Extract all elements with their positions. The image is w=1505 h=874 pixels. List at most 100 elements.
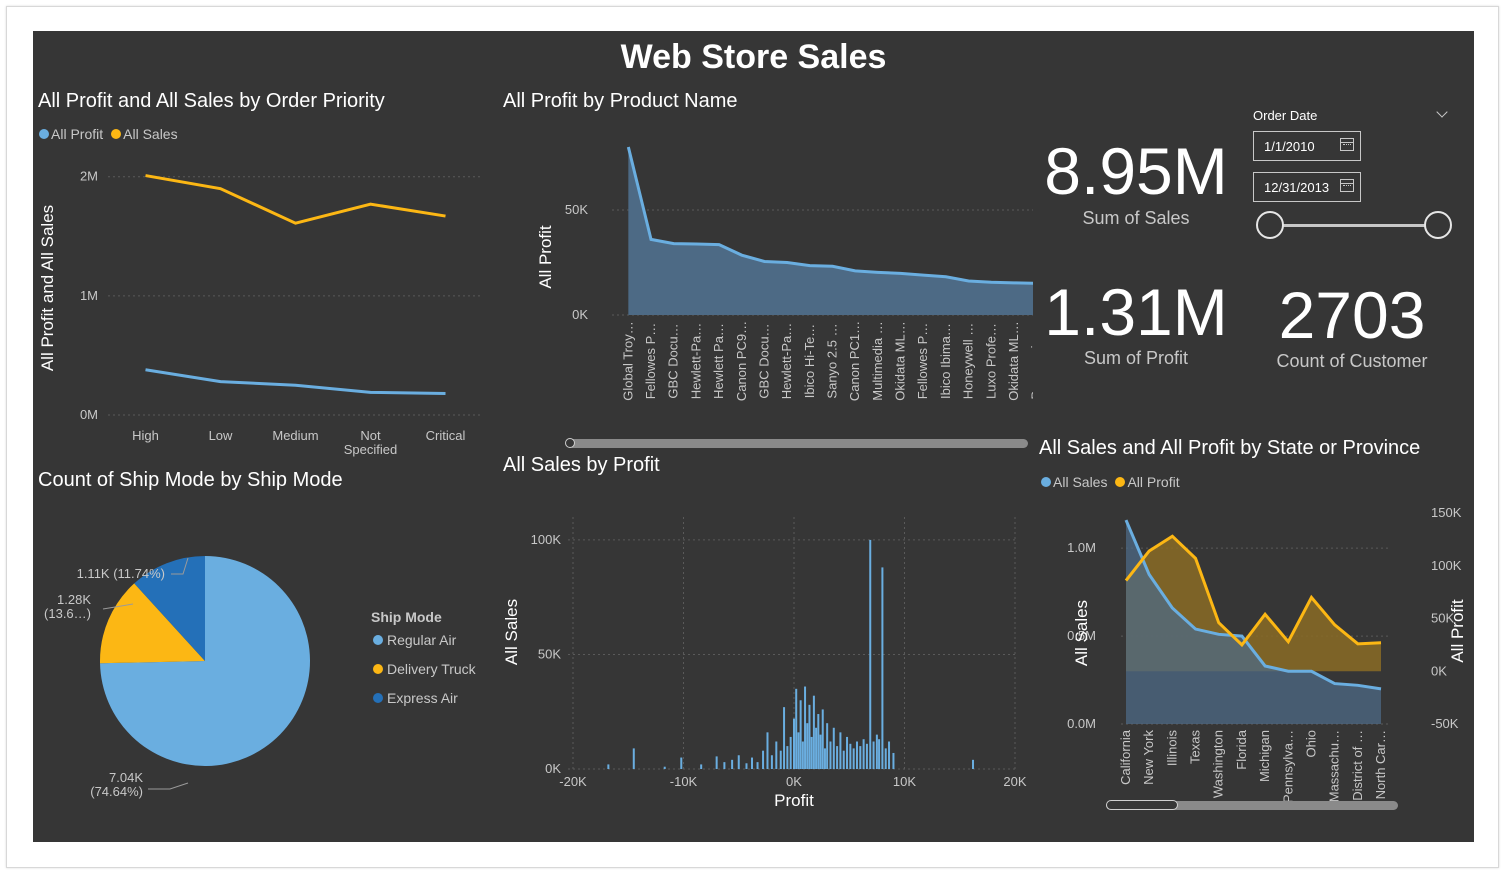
histogram-bar: [862, 739, 865, 769]
histogram-bar: [888, 741, 891, 769]
histogram-bar: [849, 743, 852, 769]
x-tick-label: Luxo Profe…: [983, 323, 998, 399]
x-tick-label: Hewlett-Pa…: [688, 323, 703, 400]
y-tick-label: 0K: [572, 307, 588, 322]
priority-line-chart[interactable]: 0M1M2MHighLowMediumNotSpecifiedCriticalO…: [33, 141, 493, 461]
legend-label: Express Air: [387, 690, 458, 706]
state-combo-chart[interactable]: 0.0M0.5M1.0M-50K0K50K100K150KCalifornia N…: [1033, 493, 1473, 813]
histogram-bar: [836, 746, 839, 769]
histogram-bar: [775, 741, 778, 769]
x-tick-label: Global Troy…: [620, 321, 635, 400]
y-axis-title: All Profit and All Sales: [38, 205, 57, 371]
histogram-bar: [859, 746, 862, 769]
calendar-icon[interactable]: [1340, 138, 1354, 151]
date-range-start-handle[interactable]: [1256, 211, 1284, 239]
ship-mode-pie-chart[interactable]: 7.04K(74.64%) 1.28K(13.6…) 1.11K (11.74%): [33, 511, 363, 811]
histogram-bar: [972, 759, 975, 769]
histogram-bar: [737, 755, 740, 769]
histogram-bar: [779, 750, 782, 769]
histogram-bar: [723, 762, 726, 769]
chevron-down-icon[interactable]: [1436, 106, 1448, 118]
priority-chart-title: All Profit and All Sales by Order Priori…: [38, 90, 385, 112]
scrollbar-thumb[interactable]: [1106, 800, 1178, 810]
y-tick-label: 2M: [80, 169, 98, 184]
legend-item-sales[interactable]: All Sales: [1041, 474, 1107, 490]
ship-legend-item[interactable]: Delivery Truck: [373, 661, 476, 677]
histogram-bar: [632, 748, 635, 769]
calendar-icon[interactable]: [1340, 179, 1354, 192]
x-tick-label: Florida: [1234, 729, 1249, 770]
histogram-bar: [826, 723, 829, 769]
series-line-all-profit: [145, 368, 446, 396]
histogram-bar: [783, 707, 786, 769]
histogram-bar: [607, 764, 610, 769]
slice-label: 7.04K: [109, 770, 143, 785]
x-tick-label: Canon PC9…: [734, 321, 749, 401]
profit-histogram[interactable]: 0K50K100K-20K -10K 0K 10K 20KProfitAll Sales: [493, 479, 1033, 819]
x-tick-label: Massachu…: [1327, 730, 1342, 802]
legend-dot-icon: [1115, 477, 1126, 487]
state-chart-scrollbar[interactable]: [1106, 800, 1398, 810]
histogram-bar: [878, 739, 881, 769]
legend-dot-icon: [373, 693, 383, 703]
x-tick-label: Pennsylva…: [1280, 730, 1295, 803]
x-tick-label: Hewlett-Pa…: [779, 323, 794, 400]
ship-legend-item[interactable]: Express Air: [373, 690, 458, 706]
histogram-bar: [700, 764, 703, 769]
y-tick-label: 1M: [80, 288, 98, 303]
histogram-bar: [762, 750, 765, 769]
x-tick-label: North Car…: [1373, 730, 1388, 799]
x-tick-label: New York: [1141, 730, 1156, 785]
histogram-bar: [846, 736, 849, 769]
histogram-bar: [832, 727, 835, 769]
kpi-sales-label: Sum of Sales: [1082, 208, 1190, 228]
histogram-bar: [855, 741, 858, 769]
x-tick-label: Michigan: [1257, 730, 1272, 782]
y-axis-title: All Sales: [502, 599, 521, 665]
y-tick-label: 50K: [538, 646, 561, 661]
product-area-chart[interactable]: 0K 50K Global Troy… Fellowes P… GBC Docu… Hew…: [493, 116, 1033, 446]
x-tick-label: High: [132, 428, 159, 443]
end-date-input[interactable]: 12/31/2013: [1253, 172, 1361, 202]
legend-label: Delivery Truck: [387, 661, 476, 677]
start-date-input[interactable]: 1/1/2010: [1253, 131, 1361, 161]
histogram-bar: [801, 741, 804, 769]
x-tick-label: Okidata ML…: [893, 321, 908, 400]
x-tick-label: Hewlett Pa…: [711, 323, 726, 399]
ship-legend-item[interactable]: Regular Air: [373, 632, 456, 648]
legend-item-sales[interactable]: All Sales: [111, 126, 178, 142]
histogram-bar: [715, 756, 718, 769]
histogram-bar: [865, 743, 868, 769]
product-chart-scrollbar[interactable]: [565, 438, 1028, 448]
histogram-bar: [842, 750, 845, 769]
x-tick-label: California: [1118, 729, 1133, 785]
y-tick-label: 1.0M: [1067, 540, 1096, 555]
histogram-bar: [663, 766, 666, 769]
histogram-bar: [852, 748, 855, 769]
scrollbar-thumb[interactable]: [565, 438, 575, 448]
date-range-slider[interactable]: [1270, 224, 1438, 227]
x-tick-label: -20K: [559, 774, 587, 789]
legend-dot-icon: [111, 129, 122, 139]
x-tick-label: Okidata ML…: [1006, 321, 1021, 400]
series-line-all-sales: [145, 174, 446, 225]
y-tick-label: 0.0M: [1067, 716, 1096, 731]
histogram-bar: [815, 727, 818, 769]
histogram-bar: [797, 732, 800, 769]
x-tick-label: Ibico Hi-Te…: [802, 324, 817, 398]
x-axis-title: Profit: [774, 791, 814, 810]
kpi-customers-value: 2703: [1278, 278, 1426, 352]
state-chart-legend: All Sales All Profit: [1041, 474, 1184, 490]
histogram-bar: [766, 732, 769, 769]
legend-item-profit[interactable]: All Profit: [39, 126, 103, 142]
slice-label: (74.64%): [90, 784, 143, 799]
histogram-bar: [892, 752, 895, 769]
ship-legend-title: Ship Mode: [371, 609, 442, 625]
legend-item-profit[interactable]: All Profit: [1115, 474, 1180, 490]
legend-label: All Profit: [1127, 474, 1180, 490]
ship-chart-title: Count of Ship Mode by Ship Mode: [38, 469, 343, 491]
x-tick-label: 0K: [786, 774, 802, 789]
x-tick-label: Not: [360, 428, 381, 443]
histogram-bar: [793, 718, 795, 769]
date-range-end-handle[interactable]: [1424, 211, 1452, 239]
